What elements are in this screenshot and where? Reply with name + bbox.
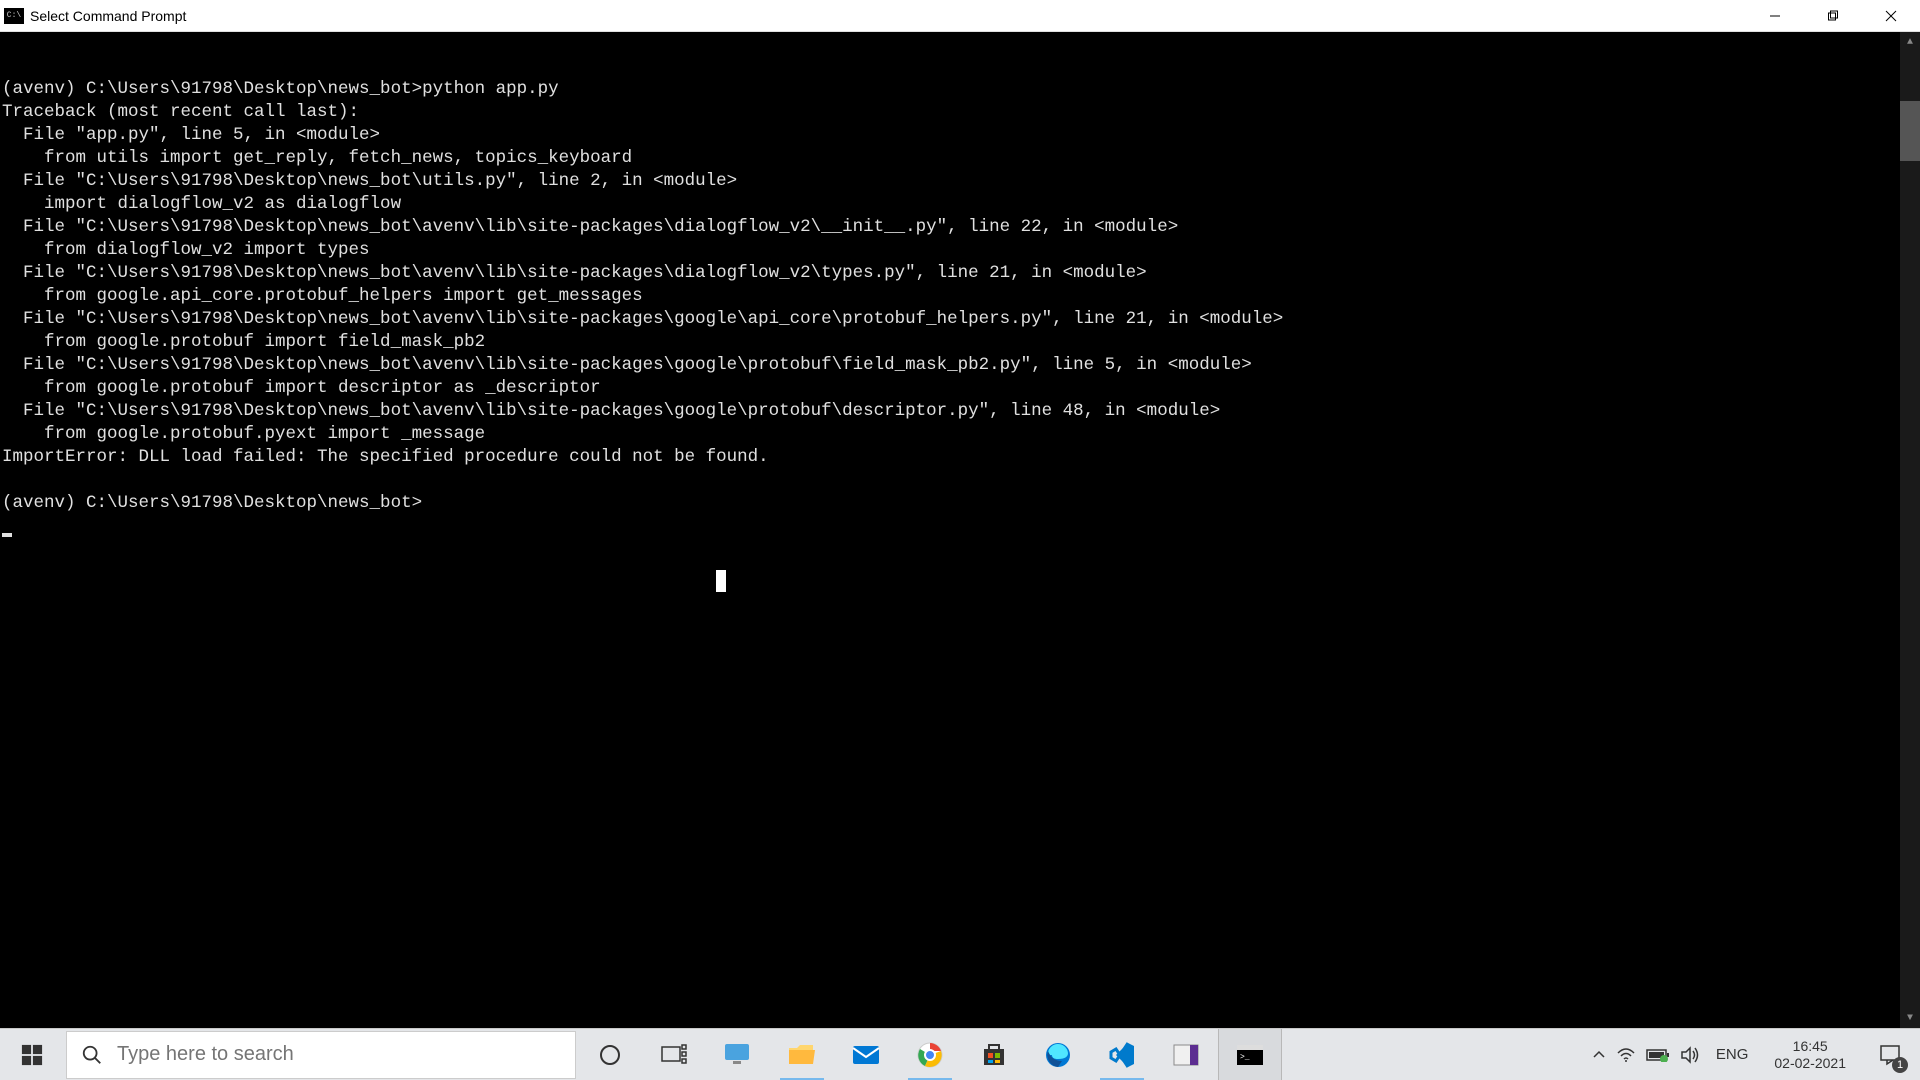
scrollbar-track[interactable] xyxy=(1900,101,1920,1028)
window-titlebar: C:\ Select Command Prompt xyxy=(0,0,1920,32)
task-icons-group: >_ xyxy=(578,1029,1282,1080)
search-box[interactable] xyxy=(66,1031,576,1079)
mail-icon xyxy=(851,1043,881,1067)
chrome-icon xyxy=(916,1041,944,1069)
terminal-line: from dialogflow_v2 import types xyxy=(2,240,370,260)
system-tray: ENG 16:45 02-02-2021 1 xyxy=(1592,1029,1920,1080)
terminal-line: (avenv) C:\Users\91798\Desktop\news_bot>… xyxy=(2,79,559,99)
search-input[interactable] xyxy=(117,1043,561,1066)
scroll-down-icon[interactable]: ▼ xyxy=(1900,1008,1920,1028)
vscode-icon xyxy=(1108,1041,1136,1069)
terminal-line: import dialogflow_v2 as dialogflow xyxy=(2,194,401,214)
taskbar-3dviewer[interactable] xyxy=(706,1029,770,1080)
terminal-line: File "C:\Users\91798\Desktop\news_bot\av… xyxy=(2,217,1178,237)
minimize-button[interactable] xyxy=(1746,0,1804,32)
cmd-terminal-icon: >_ xyxy=(1235,1043,1265,1067)
tray-volume[interactable] xyxy=(1680,1046,1700,1064)
terminal-line: File "C:\Users\91798\Desktop\news_bot\av… xyxy=(2,263,1147,283)
windows-icon xyxy=(21,1044,43,1066)
notification-badge: 1 xyxy=(1892,1057,1908,1073)
wifi-icon xyxy=(1616,1047,1636,1063)
speaker-icon xyxy=(1680,1046,1700,1064)
edge-icon xyxy=(1044,1041,1072,1069)
tray-notifications[interactable]: 1 xyxy=(1866,1029,1914,1080)
terminal-cursor xyxy=(2,533,12,537)
task-view-button[interactable] xyxy=(642,1029,706,1080)
taskbar-store[interactable] xyxy=(962,1029,1026,1080)
cortana-icon xyxy=(598,1043,622,1067)
terminal-prompt: (avenv) C:\Users\91798\Desktop\news_bot> xyxy=(2,493,422,513)
scroll-up-icon[interactable]: ▲ xyxy=(1900,32,1920,52)
close-button[interactable] xyxy=(1862,0,1920,32)
terminal-line: from google.protobuf.pyext import _messa… xyxy=(2,424,485,444)
cmd-icon: C:\ xyxy=(4,8,24,24)
terminal-line: from google.protobuf import field_mask_p… xyxy=(2,332,485,352)
terminal-line: from utils import get_reply, fetch_news,… xyxy=(2,148,632,168)
terminal-line: ImportError: DLL load failed: The specif… xyxy=(2,447,769,467)
taskbar-mail[interactable] xyxy=(834,1029,898,1080)
tray-time: 16:45 xyxy=(1774,1038,1846,1055)
terminal-line: Traceback (most recent call last): xyxy=(2,102,359,122)
terminal-line: from google.protobuf import descriptor a… xyxy=(2,378,601,398)
selection-cursor xyxy=(716,570,726,592)
search-icon xyxy=(81,1044,103,1066)
window-title: Select Command Prompt xyxy=(30,8,186,24)
cortana-button[interactable] xyxy=(578,1029,642,1080)
chevron-up-icon xyxy=(1592,1048,1606,1062)
folder-icon xyxy=(787,1042,817,1068)
app-icon xyxy=(1172,1043,1200,1067)
tray-wifi[interactable] xyxy=(1616,1047,1636,1063)
taskbar-explorer[interactable] xyxy=(770,1029,834,1080)
terminal-area[interactable]: (avenv) C:\Users\91798\Desktop\news_bot>… xyxy=(0,32,1920,1028)
store-icon xyxy=(980,1041,1008,1069)
tray-overflow-button[interactable] xyxy=(1592,1048,1606,1062)
tray-datetime[interactable]: 16:45 02-02-2021 xyxy=(1764,1038,1856,1072)
tray-language[interactable]: ENG xyxy=(1710,1046,1755,1063)
svg-text:>_: >_ xyxy=(1240,1053,1250,1062)
terminal-line: from google.api_core.protobuf_helpers im… xyxy=(2,286,643,306)
taskbar-chrome[interactable] xyxy=(898,1029,962,1080)
taskbar-cmd-running[interactable]: >_ xyxy=(1218,1029,1282,1080)
task-view-icon xyxy=(661,1044,687,1066)
monitor-icon xyxy=(723,1042,753,1068)
taskbar-edge[interactable] xyxy=(1026,1029,1090,1080)
scrollbar-thumb[interactable] xyxy=(1900,101,1920,161)
battery-icon xyxy=(1646,1048,1670,1062)
taskbar-vscode[interactable] xyxy=(1090,1029,1154,1080)
maximize-button[interactable] xyxy=(1804,0,1862,32)
tray-battery[interactable] xyxy=(1646,1048,1670,1062)
terminal-output: (avenv) C:\Users\91798\Desktop\news_bot>… xyxy=(0,78,1920,538)
terminal-line: File "C:\Users\91798\Desktop\news_bot\av… xyxy=(2,355,1252,375)
terminal-line: File "app.py", line 5, in <module> xyxy=(2,125,380,145)
taskbar-app[interactable] xyxy=(1154,1029,1218,1080)
start-button[interactable] xyxy=(0,1029,64,1080)
taskbar: >_ ENG 16:45 02-02-2021 1 xyxy=(0,1028,1920,1080)
terminal-line: File "C:\Users\91798\Desktop\news_bot\ut… xyxy=(2,171,737,191)
terminal-line: File "C:\Users\91798\Desktop\news_bot\av… xyxy=(2,309,1283,329)
tray-date: 02-02-2021 xyxy=(1774,1055,1846,1072)
terminal-line: File "C:\Users\91798\Desktop\news_bot\av… xyxy=(2,401,1220,421)
vertical-scrollbar[interactable]: ▲ ▼ xyxy=(1900,32,1920,1028)
